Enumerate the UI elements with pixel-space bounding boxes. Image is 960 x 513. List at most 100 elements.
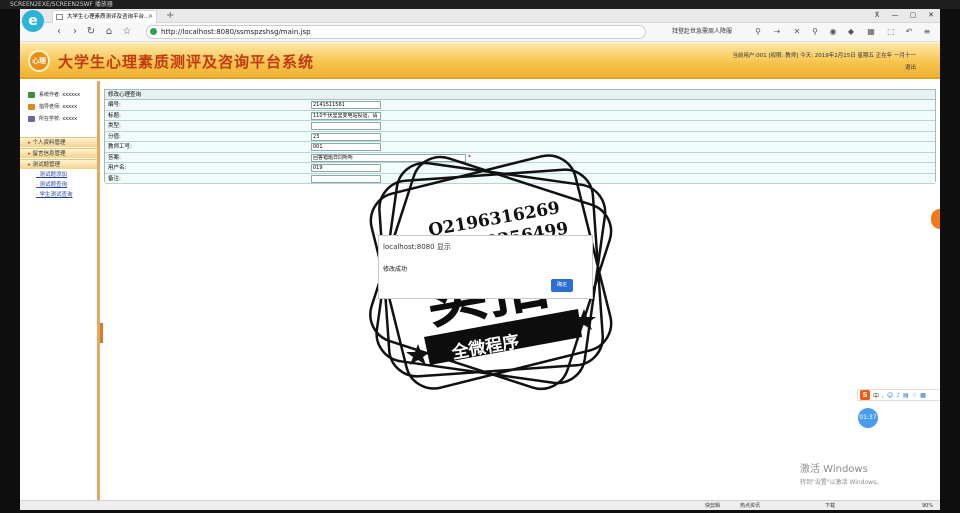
teacher-icon xyxy=(28,104,35,110)
form-row: 用户名: 019 xyxy=(105,163,935,174)
undo-icon[interactable]: ↶ xyxy=(904,26,914,38)
ime-logo-icon[interactable]: S xyxy=(860,390,870,400)
skin-icon[interactable]: ♢ xyxy=(912,392,917,399)
form-label: 类型: xyxy=(108,123,121,129)
school-info: 所在学校: xxxxx xyxy=(20,113,97,125)
author-label: 系统作者: xxxxxx xyxy=(39,92,81,98)
ime-toolbar[interactable]: S 中 , ☺ ♪ ▤ ♢ ▦ xyxy=(857,389,940,401)
sidebar-item-student-test[interactable]: 学生测试查询 xyxy=(20,190,97,200)
form-row: 备注: xyxy=(105,173,935,184)
form-input[interactable]: 2141511561 xyxy=(311,101,381,109)
keyboard-icon[interactable]: ▤ xyxy=(903,392,909,399)
reader-icon[interactable]: ⬚ xyxy=(886,26,896,38)
browser-status-bar: 快剪辑 热点资讯 下载 90% xyxy=(20,500,940,510)
tab-bar: 大学生心理素质测评及咨询平台... ✕ + ⊼ — ▢ ✕ xyxy=(20,9,940,23)
extension-icon[interactable]: ⇢ xyxy=(772,26,782,38)
sidebar-splitter[interactable] xyxy=(100,323,103,343)
menu-personal[interactable]: 个人资料管理 xyxy=(20,137,97,147)
form-input[interactable] xyxy=(311,122,381,130)
required-marker: * xyxy=(468,153,471,161)
site-title: 大学生心理素质测评及咨询平台系统 xyxy=(58,53,315,71)
ok-button[interactable]: 确定 xyxy=(551,279,573,292)
form-row: 类型: xyxy=(105,121,935,132)
home-button[interactable]: ⌂ xyxy=(102,25,116,39)
close-window-button[interactable]: ✕ xyxy=(922,9,940,22)
toolbox-icon[interactable]: ▦ xyxy=(920,392,926,399)
dialog-host: localhost:8080 显示 xyxy=(383,243,451,251)
form-label: 教师工号: xyxy=(108,144,132,150)
favorite-button[interactable]: ☆ xyxy=(120,25,134,39)
adblock-icon[interactable]: ✕ xyxy=(792,26,802,38)
teacher-info: 指导老师: xxxxx xyxy=(20,101,97,113)
menu-tests[interactable]: 测试题管理 xyxy=(20,159,97,169)
page-favicon-icon xyxy=(56,14,63,20)
form-label: 答案: xyxy=(108,154,121,161)
find-icon[interactable]: ⚲ xyxy=(810,26,820,38)
sidebar: 系统作者: xxxxxx 指导老师: xxxxx 所在学校: xxxxx 个人资… xyxy=(20,81,100,500)
maximize-button[interactable]: ▢ xyxy=(904,9,922,22)
teacher-label: 指导老师: xxxxx xyxy=(39,104,78,110)
activate-title: 激活 Windows xyxy=(800,464,868,475)
sidebar-menu: 个人资料管理 留言信息管理 测试题管理 测试题添加 测试题查询 学生测试查询 xyxy=(20,137,97,200)
status-hotnews[interactable]: 热点资讯 xyxy=(740,501,760,510)
recording-timer[interactable]: 01:37 xyxy=(858,408,878,428)
menu-icon[interactable]: ≡ xyxy=(922,26,932,38)
form-input[interactable] xyxy=(311,174,381,183)
status-download[interactable]: 下载 xyxy=(825,501,835,510)
game-icon[interactable]: ◉ xyxy=(828,26,838,38)
edit-form: 修改心理查询 编号: 2141511561 标题: 110千伏里里变电站投运，请 类型:… xyxy=(104,89,936,184)
mic-icon[interactable]: ♪ xyxy=(896,392,900,399)
player-window: SCREEN2EXE/SCREEN2SWF 播放器 大学生心理素质测评及咨询平台… xyxy=(0,0,960,513)
ime-mode[interactable]: 中 xyxy=(873,391,879,400)
apps-icon[interactable]: ▦ xyxy=(866,26,876,38)
player-title: SCREEN2EXE/SCREEN2SWF 播放器 xyxy=(0,0,960,9)
menu-messages[interactable]: 留言信息管理 xyxy=(20,148,97,158)
minimize-button[interactable]: — xyxy=(886,9,904,22)
form-input[interactable]: 001 xyxy=(311,143,381,151)
tab-title: 大学生心理素质测评及咨询平台... xyxy=(67,14,150,20)
search-icon[interactable]: ⚲ xyxy=(753,26,763,38)
status-quickclip[interactable]: 快剪辑 xyxy=(705,501,720,510)
form-label: 编号: xyxy=(108,102,121,108)
news-ticker[interactable]: 拜登赴世急需周人降服 xyxy=(672,25,732,39)
browser-screen: 大学生心理素质测评及咨询平台... ✕ + ⊼ — ▢ ✕ e ‹ › ↻ ⌂ … xyxy=(20,9,940,510)
activate-hint: 转到"设置"以激活 Windows。 xyxy=(800,479,883,486)
skin-button[interactable]: ⊼ xyxy=(868,9,886,22)
browser-toolbar: ‹ › ↻ ⌂ ☆ http://localhost:8080/ssmspzsh… xyxy=(20,23,940,42)
status-zoom[interactable]: 90% xyxy=(922,501,933,510)
tab-close-icon[interactable]: ✕ xyxy=(148,11,153,23)
form-input[interactable]: 回答错题日同听听 xyxy=(311,153,466,162)
address-bar[interactable]: http://localhost:8080/ssmspzshsg/main.js… xyxy=(146,25,646,39)
author-info: 系统作者: xxxxxx xyxy=(20,89,97,101)
form-row: 标题: 110千伏里里变电站投运，请 xyxy=(105,110,935,121)
form-label: 用户名: xyxy=(108,165,127,171)
browser-logo-icon[interactable]: e xyxy=(22,10,44,32)
logout-link[interactable]: 退出 xyxy=(905,63,916,71)
side-floating-tab[interactable] xyxy=(931,209,940,229)
school-label: 所在学校: xxxxx xyxy=(39,116,78,122)
site-header: 心理 大学生心理素质测评及咨询平台系统 当前用户:001 [权限: 教师] 今天… xyxy=(20,43,940,79)
reload-button[interactable]: ↻ xyxy=(84,25,98,39)
form-label: 备注: xyxy=(108,175,121,182)
form-rows: 编号: 2141511561 标题: 110千伏里里变电站投运，请 类型: 分值: 23 教师… xyxy=(105,100,935,184)
back-button[interactable]: ‹ xyxy=(52,25,66,39)
form-input[interactable]: 23 xyxy=(311,132,381,141)
sidebar-item-query-test[interactable]: 测试题查询 xyxy=(20,180,97,190)
alert-dialog: localhost:8080 显示 修改成功 确定 xyxy=(378,235,593,299)
dialog-message: 修改成功 xyxy=(383,266,408,273)
school-icon xyxy=(28,116,35,122)
sidebar-item-add-test[interactable]: 测试题添加 xyxy=(20,170,97,180)
punctuation-icon[interactable]: , xyxy=(882,392,884,399)
windows-activation-watermark: 激活 Windows 转到"设置"以激活 Windows。 xyxy=(800,460,882,486)
shield-icon[interactable]: ◆ xyxy=(846,26,856,38)
user-icon xyxy=(28,92,35,98)
tab-main[interactable]: 大学生心理素质测评及咨询平台... ✕ xyxy=(52,10,157,23)
form-input[interactable]: 110千伏里里变电站投运，请 xyxy=(311,111,381,120)
forward-button[interactable]: › xyxy=(68,25,82,39)
emoji-icon[interactable]: ☺ xyxy=(887,392,893,399)
secure-icon xyxy=(150,28,157,35)
form-input[interactable]: 019 xyxy=(311,164,381,172)
new-tab-button[interactable]: + xyxy=(166,9,174,22)
form-label: 标题: xyxy=(108,112,121,119)
user-info: 当前用户:001 [权限: 教师] 今天: 2019年2月15日 星期五 正在年… xyxy=(732,53,916,59)
